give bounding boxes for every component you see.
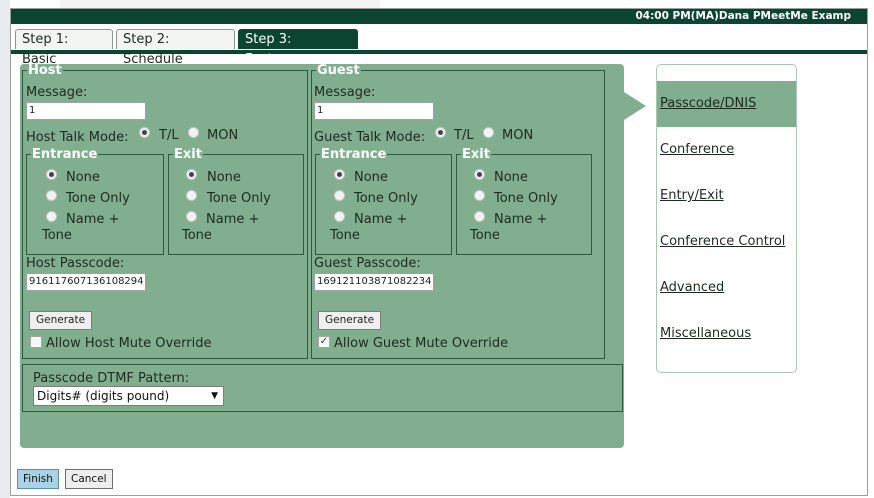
sidenav-item-entry-exit[interactable]: Entry/Exit <box>657 173 796 219</box>
sidenav-item-passcode-dnis[interactable]: Passcode/DNIS <box>657 81 796 127</box>
host-talk-mode-mon-label: MON <box>207 128 239 143</box>
host-exit-tone-only-label: Tone Only <box>207 191 271 206</box>
guest-legend: Guest <box>317 63 360 78</box>
host-exit-legend: Exit <box>174 147 202 162</box>
tab-step-3-features[interactable]: Step 3: Features <box>238 29 358 67</box>
host-exit-name-tone-label: Name + Tone <box>182 212 260 243</box>
guest-generate-button[interactable]: Generate <box>318 311 382 330</box>
features-sidenav: Passcode/DNIS Conference Entry/Exit Conf… <box>656 64 797 373</box>
sidenav-item-conference[interactable]: Conference <box>657 127 796 173</box>
sidenav-item-miscellaneous[interactable]: Miscellaneous <box>657 311 796 357</box>
dialog-titlebar: 04:00 PM(MA)Dana PMeetMe Examp <box>11 9 867 24</box>
tab-step-2-schedule[interactable]: Step 2: Schedule <box>116 29 235 67</box>
host-message-label: Message: <box>26 85 88 100</box>
host-passcode-label: Host Passcode: <box>26 256 125 271</box>
tab-step-1-basic[interactable]: Step 1: Basic <box>15 29 113 67</box>
guest-passcode-label: Guest Passcode: <box>314 256 421 271</box>
meeting-wizard-dialog: 04:00 PM(MA)Dana PMeetMe Examp Step 1: B… <box>10 8 868 496</box>
panel-pointer-arrow <box>624 92 646 120</box>
host-entrance-name-tone-label: Name + Tone <box>42 212 120 243</box>
guest-mute-override-label: Allow Guest Mute Override <box>334 336 509 351</box>
guest-passcode-input[interactable]: 169121103871082234 <box>314 273 434 291</box>
host-talk-mode-tl-label: T/L <box>159 128 179 143</box>
host-exit-none-label: None <box>207 170 241 185</box>
host-passcode-input[interactable]: 916117607136108294 <box>26 273 146 291</box>
guest-message-input[interactable]: 1 <box>314 102 434 120</box>
guest-talk-mode-mon-label: MON <box>502 128 534 143</box>
host-exit-none-radio[interactable] <box>186 169 197 180</box>
finish-button[interactable]: Finish <box>17 469 59 489</box>
host-mute-override-label: Allow Host Mute Override <box>46 336 212 351</box>
guest-mute-override-checkbox[interactable]: ✓ <box>318 336 330 348</box>
guest-entrance-tone-only-radio[interactable] <box>334 190 345 201</box>
host-entrance-legend: Entrance <box>32 147 98 162</box>
guest-exit-legend: Exit <box>462 147 490 162</box>
host-talk-mode-mon-radio[interactable] <box>188 127 199 138</box>
guest-talk-mode-label: Guest Talk Mode: <box>314 130 426 145</box>
host-entrance-tone-only-label: Tone Only <box>66 191 130 206</box>
sidenav-item-conference-control[interactable]: Conference Control <box>657 219 796 265</box>
guest-exit-name-tone-label: Name + Tone <box>470 212 548 243</box>
host-exit-tone-only-radio[interactable] <box>186 190 197 201</box>
background-page-left <box>0 0 10 498</box>
guest-exit-none-radio[interactable] <box>474 169 485 180</box>
host-generate-button[interactable]: Generate <box>29 311 93 330</box>
features-panel: Host Message: 1 Host Talk Mode: T/L MON … <box>20 64 624 448</box>
sidenav-item-advanced[interactable]: Advanced <box>657 265 796 311</box>
host-entrance-none-label: None <box>66 170 100 185</box>
host-mute-override-checkbox[interactable] <box>30 336 42 348</box>
guest-exit-tone-only-label: Tone Only <box>494 191 558 206</box>
host-talk-mode-label: Host Talk Mode: <box>26 130 129 145</box>
host-entrance-none-radio[interactable] <box>46 169 57 180</box>
host-entrance-tone-only-radio[interactable] <box>46 190 57 201</box>
guest-exit-tone-only-radio[interactable] <box>474 190 485 201</box>
guest-entrance-none-radio[interactable] <box>334 169 345 180</box>
dtmf-pattern-select[interactable]: Digits# (digits pound) ▼ <box>33 386 224 406</box>
cancel-button[interactable]: Cancel <box>65 469 113 489</box>
host-message-input[interactable]: 1 <box>26 102 146 120</box>
status-text: 04:00 PM(MA)Dana PMeetMe Examp <box>635 10 851 22</box>
host-legend: Host <box>28 63 62 78</box>
guest-entrance-tone-only-label: Tone Only <box>354 191 418 206</box>
guest-entrance-none-label: None <box>354 170 388 185</box>
host-talk-mode-tl-radio[interactable] <box>139 127 150 138</box>
guest-talk-mode-mon-radio[interactable] <box>483 127 494 138</box>
guest-exit-none-label: None <box>494 170 528 185</box>
dtmf-pattern-value: Digits# (digits pound) <box>37 389 170 403</box>
guest-talk-mode-tl-label: T/L <box>454 128 474 143</box>
wizard-tabs: Step 1: Basic Step 2: Schedule Step 3: F… <box>11 24 867 67</box>
chevron-down-icon: ▼ <box>211 391 218 401</box>
guest-message-label: Message: <box>314 85 376 100</box>
guest-entrance-legend: Entrance <box>321 147 387 162</box>
guest-entrance-name-tone-label: Name + Tone <box>330 212 408 243</box>
dtmf-pattern-label: Passcode DTMF Pattern: <box>33 371 190 386</box>
guest-talk-mode-tl-radio[interactable] <box>435 127 446 138</box>
